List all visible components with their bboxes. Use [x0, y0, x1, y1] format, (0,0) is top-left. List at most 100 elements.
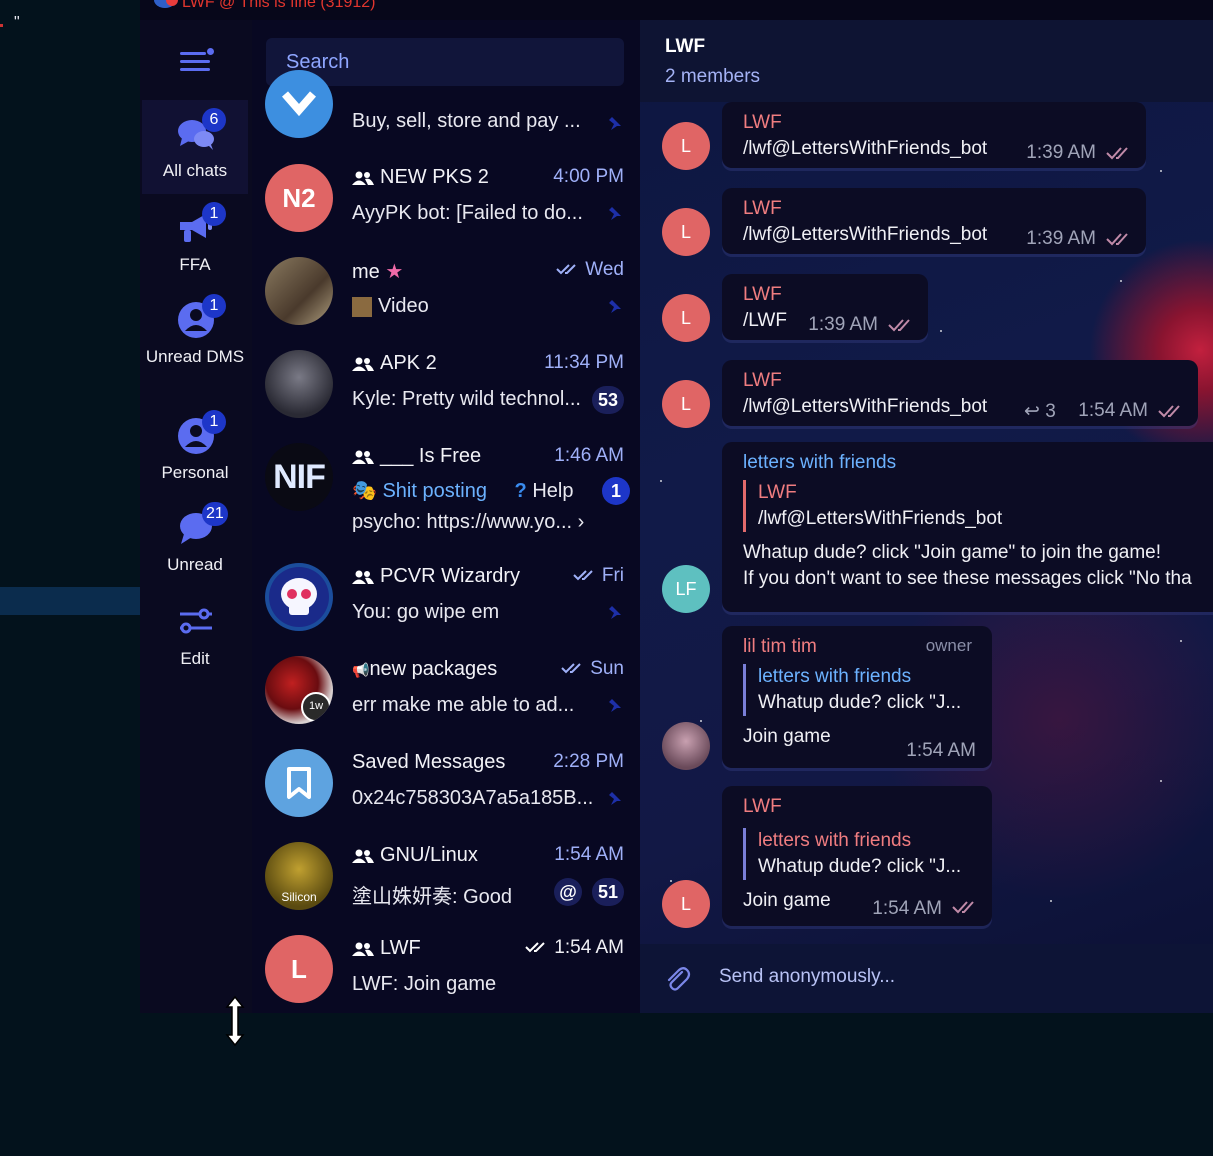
folder-badge: 6	[202, 108, 226, 132]
chat-item[interactable]: APK 2 11:34 PM Kyle: Pretty wild technol…	[252, 350, 640, 443]
message-bubble[interactable]: lil tim tim owner letters with friends W…	[722, 626, 992, 768]
message-time: 1:39 AM	[1026, 228, 1096, 249]
folder-badge: 1	[202, 202, 226, 226]
message-avatar[interactable]: L	[662, 122, 710, 170]
double-check-icon	[888, 319, 910, 332]
chat-time: Wed	[556, 259, 624, 281]
member-role: owner	[925, 636, 972, 655]
unread-badge: 51	[591, 878, 624, 906]
folder-personal[interactable]: 1 Personal	[142, 402, 248, 496]
reply-quote[interactable]: letters with friends Whatup dude? click …	[743, 664, 992, 716]
group-icon	[352, 450, 374, 464]
reply-arrow-icon: ↩	[1024, 401, 1040, 422]
folder-label: Unread	[167, 555, 223, 574]
chat-last-message: Video	[352, 295, 592, 318]
chat-item[interactable]: me ★ Wed Video	[252, 257, 640, 350]
message-bubble[interactable]: letters with friends LWF /lwf@LettersWit…	[722, 442, 1213, 612]
group-icon	[352, 849, 374, 863]
chat-last-message: psycho: https://www.yo... ›	[352, 511, 585, 533]
message-avatar[interactable]: L	[662, 294, 710, 342]
chat-topics: 🎭 Shit posting ? Help	[352, 478, 632, 503]
group-icon	[352, 942, 374, 956]
double-check-icon	[561, 663, 581, 674]
menu-button[interactable]	[180, 48, 214, 76]
chat-time: 2:28 PM	[553, 751, 624, 772]
double-check-icon	[952, 901, 974, 914]
double-check-icon	[1106, 147, 1128, 160]
chat-avatar	[265, 563, 333, 631]
chat-item[interactable]: 1w 📢new packages Sun err make me able to…	[252, 656, 640, 749]
double-check-icon	[1158, 405, 1180, 418]
group-icon	[352, 570, 374, 584]
unread-badge: 53	[591, 386, 624, 414]
chat-last-message: You: go wipe em	[352, 601, 500, 623]
chat-last-message: 塗山姝妍奏: Good	[352, 886, 513, 908]
chat-item[interactable]: Saved Messages 2:28 PM 0x24c758303A7a5a1…	[252, 749, 640, 842]
chat-item[interactable]: N2 NEW PKS 2 4:00 PM AyyPK bot: [Failed …	[252, 164, 640, 257]
avatar-sub-label: 1w	[301, 692, 331, 722]
composer: Send anonymously...	[640, 944, 1213, 1013]
window-title: LWF @ This is fine (31912)	[182, 0, 376, 11]
message-text: If you don't want to see these messages …	[743, 568, 1192, 589]
quote-text: /lwf@LettersWithFriends_bot	[758, 508, 1003, 529]
message-avatar[interactable]: L	[662, 880, 710, 928]
chat-time: 4:00 PM	[553, 166, 624, 187]
megaphone-icon: 📢	[352, 662, 370, 678]
chat-time: 11:34 PM	[544, 352, 624, 373]
folder-unread[interactable]: 21 Unread	[142, 494, 248, 588]
folder-ffa[interactable]: 1 FFA	[142, 194, 248, 288]
reply-count[interactable]: ↩ 3	[1024, 400, 1056, 423]
double-check-icon	[525, 942, 545, 953]
chat-item[interactable]: PCVR Wizardry Fri You: go wipe em	[252, 563, 640, 656]
chat-name: NEW PKS 2	[352, 166, 552, 189]
message-bubble[interactable]: LWF /lwf@LettersWithFriends_bot ↩ 3 1:54…	[722, 360, 1198, 426]
message-input[interactable]: Send anonymously...	[719, 966, 895, 988]
reply-quote[interactable]: letters with friends Whatup dude? click …	[743, 828, 992, 880]
message-avatar[interactable]: LF	[662, 565, 710, 613]
message-bubble[interactable]: LWF /lwf@LettersWithFriends_bot 1:39 AM	[722, 102, 1146, 168]
folder-all-chats[interactable]: 6 All chats	[142, 100, 248, 194]
chat-time: Fri	[572, 565, 624, 587]
chat-item[interactable]: NIF ___ Is Free 1:46 AM 🎭 Shit posting ?…	[252, 443, 640, 563]
folder-label: All chats	[162, 161, 228, 180]
pin-icon	[609, 792, 621, 805]
folder-badge: 21	[202, 502, 228, 526]
chat-last-message: Kyle: Pretty wild technol...	[352, 388, 581, 410]
chat-time: 1:54 AM	[525, 937, 624, 959]
chat-item[interactable]: Silicon GNU/Linux 1:54 AM 塗山姝妍奏: Good @ …	[252, 842, 640, 935]
chat-name: ___ Is Free	[352, 445, 552, 468]
message-avatar[interactable]: L	[662, 208, 710, 256]
pin-icon	[609, 699, 621, 712]
folder-unread-dms[interactable]: 1 Unread DMS	[142, 286, 248, 394]
message-avatar[interactable]: L	[662, 380, 710, 428]
chat-avatar	[265, 257, 333, 325]
chat-item[interactable]: L LWF 1:54 AM LWF: Join game	[252, 935, 640, 1013]
double-check-icon	[1106, 233, 1128, 246]
chat-name: 📢new packages	[352, 658, 498, 680]
chat-avatar: NIF	[265, 443, 333, 511]
folder-sidebar: 6 All chats 1 FFA 1 Unread DMS 1 Persona…	[140, 20, 252, 1013]
message-avatar[interactable]	[662, 722, 710, 770]
folder-label: Unread DMS	[145, 347, 245, 366]
message-bubble[interactable]: LWF /lwf@LettersWithFriends_bot 1:39 AM	[722, 188, 1146, 254]
double-check-icon	[556, 264, 576, 275]
chat-last-message: err make me able to ad...	[352, 694, 575, 716]
chat-avatar	[265, 70, 333, 138]
topic-help[interactable]: Help	[532, 480, 573, 502]
message-bubble[interactable]: LWF letters with friends Whatup dude? cl…	[722, 786, 992, 926]
chat-time: 1:54 AM	[554, 844, 624, 865]
folder-badge: 1	[202, 294, 226, 318]
quote-sender: LWF	[758, 482, 797, 503]
reply-quote[interactable]: LWF /lwf@LettersWithFriends_bot	[743, 480, 1213, 532]
chat-header[interactable]: LWF 2 members	[640, 20, 1213, 102]
sliders-icon	[180, 608, 212, 634]
chat-avatar: N2	[265, 164, 333, 232]
message-sender: LWF	[743, 796, 782, 817]
message-text: Whatup dude? click "Join game" to join t…	[743, 542, 1161, 563]
topic-shit-posting[interactable]: Shit posting	[382, 480, 487, 502]
chat-name: Saved Messages	[352, 751, 506, 773]
quote-text: Whatup dude? click "J...	[758, 692, 962, 713]
paperclip-icon[interactable]	[662, 964, 692, 994]
folder-edit[interactable]: Edit	[142, 588, 248, 682]
message-bubble[interactable]: LWF /LWF 1:39 AM	[722, 274, 928, 340]
